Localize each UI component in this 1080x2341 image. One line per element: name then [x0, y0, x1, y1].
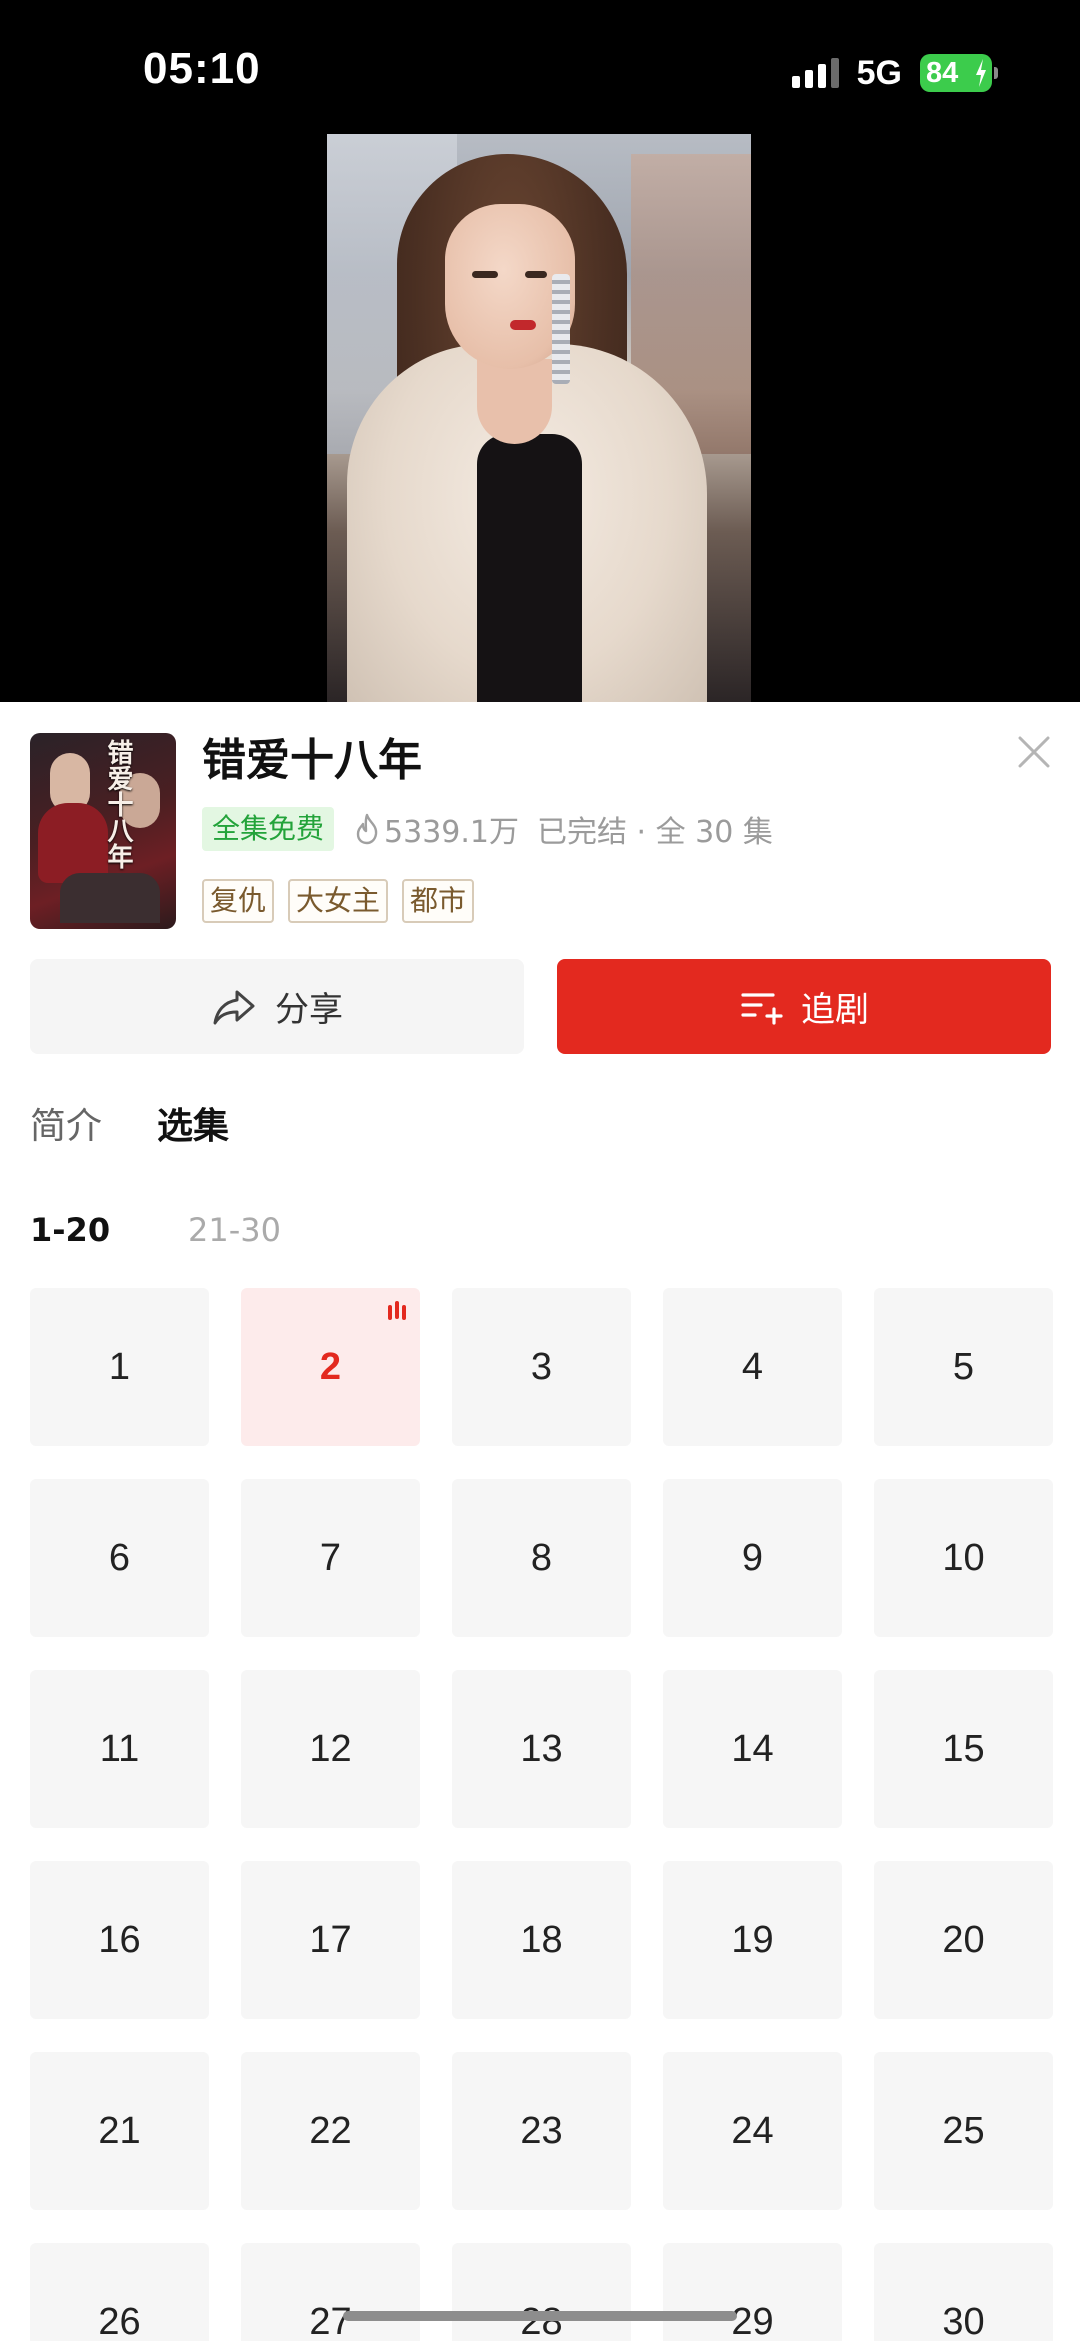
episode-number: 26	[98, 2300, 141, 2341]
signal-icon	[791, 58, 839, 88]
follow-label: 追剧	[801, 990, 869, 1030]
share-button[interactable]: 分享	[30, 959, 524, 1054]
episode-button-11[interactable]: 11	[30, 1670, 209, 1828]
range-tab-21-30[interactable]: 21-30	[188, 1208, 281, 1252]
drama-cover-image[interactable]: 错爱十八年	[30, 733, 176, 929]
share-label: 分享	[275, 990, 343, 1030]
home-indicator[interactable]	[343, 2311, 737, 2321]
episode-number: 9	[741, 1536, 764, 1579]
episode-button-3[interactable]: 3	[452, 1288, 631, 1446]
episode-button-27[interactable]: 27	[241, 2243, 420, 2341]
episode-number: 27	[309, 2300, 352, 2341]
episode-number: 5	[952, 1345, 975, 1388]
episode-button-22[interactable]: 22	[241, 2052, 420, 2210]
drama-meta: 全集免费 5339.1万 已完结 · 全 30 集	[202, 806, 773, 852]
episode-number: 6	[108, 1536, 131, 1579]
episode-button-26[interactable]: 26	[30, 2243, 209, 2341]
episode-button-8[interactable]: 8	[452, 1479, 631, 1637]
episode-number: 21	[98, 2109, 141, 2152]
range-tab-1-20[interactable]: 1-20	[30, 1208, 110, 1252]
status-indicators: 5G 84	[791, 52, 998, 94]
episode-button-10[interactable]: 10	[874, 1479, 1053, 1637]
episode-number: 15	[942, 1727, 985, 1770]
episode-number: 11	[99, 1727, 140, 1770]
flame-icon	[356, 813, 378, 845]
episode-button-2[interactable]: 2	[241, 1288, 420, 1446]
episode-button-30[interactable]: 30	[874, 2243, 1053, 2341]
genre-tag[interactable]: 复仇	[202, 879, 275, 923]
tab-intro[interactable]: 简介	[30, 1102, 102, 1152]
episode-number: 10	[942, 1536, 985, 1579]
genre-tags: 复仇 大女主 都市	[202, 879, 475, 923]
free-badge: 全集免费	[202, 807, 335, 851]
episode-number: 20	[942, 1918, 985, 1961]
episode-button-24[interactable]: 24	[663, 2052, 842, 2210]
episode-button-14[interactable]: 14	[663, 1670, 842, 1828]
episode-button-6[interactable]: 6	[30, 1479, 209, 1637]
episode-number: 12	[309, 1727, 352, 1770]
episode-button-9[interactable]: 9	[663, 1479, 842, 1637]
episode-button-5[interactable]: 5	[874, 1288, 1053, 1446]
episode-button-4[interactable]: 4	[663, 1288, 842, 1446]
episode-button-25[interactable]: 25	[874, 2052, 1053, 2210]
completion-status: 已完结 · 全 30 集	[537, 815, 773, 850]
episode-button-7[interactable]: 7	[241, 1479, 420, 1637]
add-to-list-icon	[741, 992, 783, 1025]
video-frame[interactable]	[327, 134, 751, 702]
episode-number: 7	[319, 1536, 342, 1579]
episode-button-20[interactable]: 20	[874, 1861, 1053, 2019]
battery-level: 84	[926, 56, 959, 89]
episode-number: 29	[731, 2300, 774, 2341]
status-time: 05:10	[143, 44, 261, 93]
episode-number: 8	[530, 1536, 553, 1579]
episode-number: 18	[520, 1918, 563, 1961]
drama-title: 错爱十八年	[202, 735, 422, 786]
episode-number: 1	[108, 1345, 131, 1388]
episode-button-12[interactable]: 12	[241, 1670, 420, 1828]
episode-number: 13	[520, 1727, 563, 1770]
episode-button-15[interactable]: 15	[874, 1670, 1053, 1828]
episode-picker-screen: 05:10 5G 84 错爱十八年 错爱十八年 全集免费 5339.1万 已完结…	[0, 0, 1080, 2341]
episode-number: 23	[520, 2109, 563, 2152]
episode-number: 16	[98, 1918, 141, 1961]
episode-number: 3	[530, 1345, 553, 1388]
episode-grid: 1 2 3 4 5 6 7 8 9 10 11 12 13 14 15 16 17 18 19 20 21 22 23 24 2…	[30, 1288, 1054, 2341]
genre-tag[interactable]: 都市	[402, 879, 475, 923]
follow-drama-button[interactable]: 追剧	[557, 959, 1051, 1054]
view-count: 5339.1万	[384, 815, 519, 850]
episode-button-21[interactable]: 21	[30, 2052, 209, 2210]
episode-number: 22	[309, 2109, 352, 2152]
episode-number: 17	[309, 1918, 352, 1961]
battery-icon: 84	[920, 54, 998, 92]
video-player[interactable]: 05:10 5G 84	[0, 0, 1080, 702]
episode-button-19[interactable]: 19	[663, 1861, 842, 2019]
episode-button-28[interactable]: 28	[452, 2243, 631, 2341]
cover-title-text: 错爱十八年	[103, 739, 133, 869]
episode-number: 14	[731, 1727, 774, 1770]
episode-number: 4	[741, 1345, 764, 1388]
episode-button-1[interactable]: 1	[30, 1288, 209, 1446]
charging-icon	[976, 59, 986, 87]
episode-button-13[interactable]: 13	[452, 1670, 631, 1828]
episode-button-29[interactable]: 29	[663, 2243, 842, 2341]
genre-tag[interactable]: 大女主	[288, 879, 389, 923]
playing-icon	[388, 1301, 406, 1320]
episode-number: 24	[731, 2109, 774, 2152]
episode-button-23[interactable]: 23	[452, 2052, 631, 2210]
network-type: 5G	[856, 53, 902, 92]
episode-number: 19	[731, 1918, 774, 1961]
episode-number: 2	[319, 1345, 342, 1388]
episode-number: 25	[942, 2109, 985, 2152]
close-icon[interactable]	[1014, 732, 1054, 772]
share-icon	[213, 990, 255, 1024]
episode-button-18[interactable]: 18	[452, 1861, 631, 2019]
episode-button-16[interactable]: 16	[30, 1861, 209, 2019]
tab-episodes[interactable]: 选集	[157, 1102, 229, 1152]
episode-button-17[interactable]: 17	[241, 1861, 420, 2019]
episode-number: 30	[942, 2300, 985, 2341]
